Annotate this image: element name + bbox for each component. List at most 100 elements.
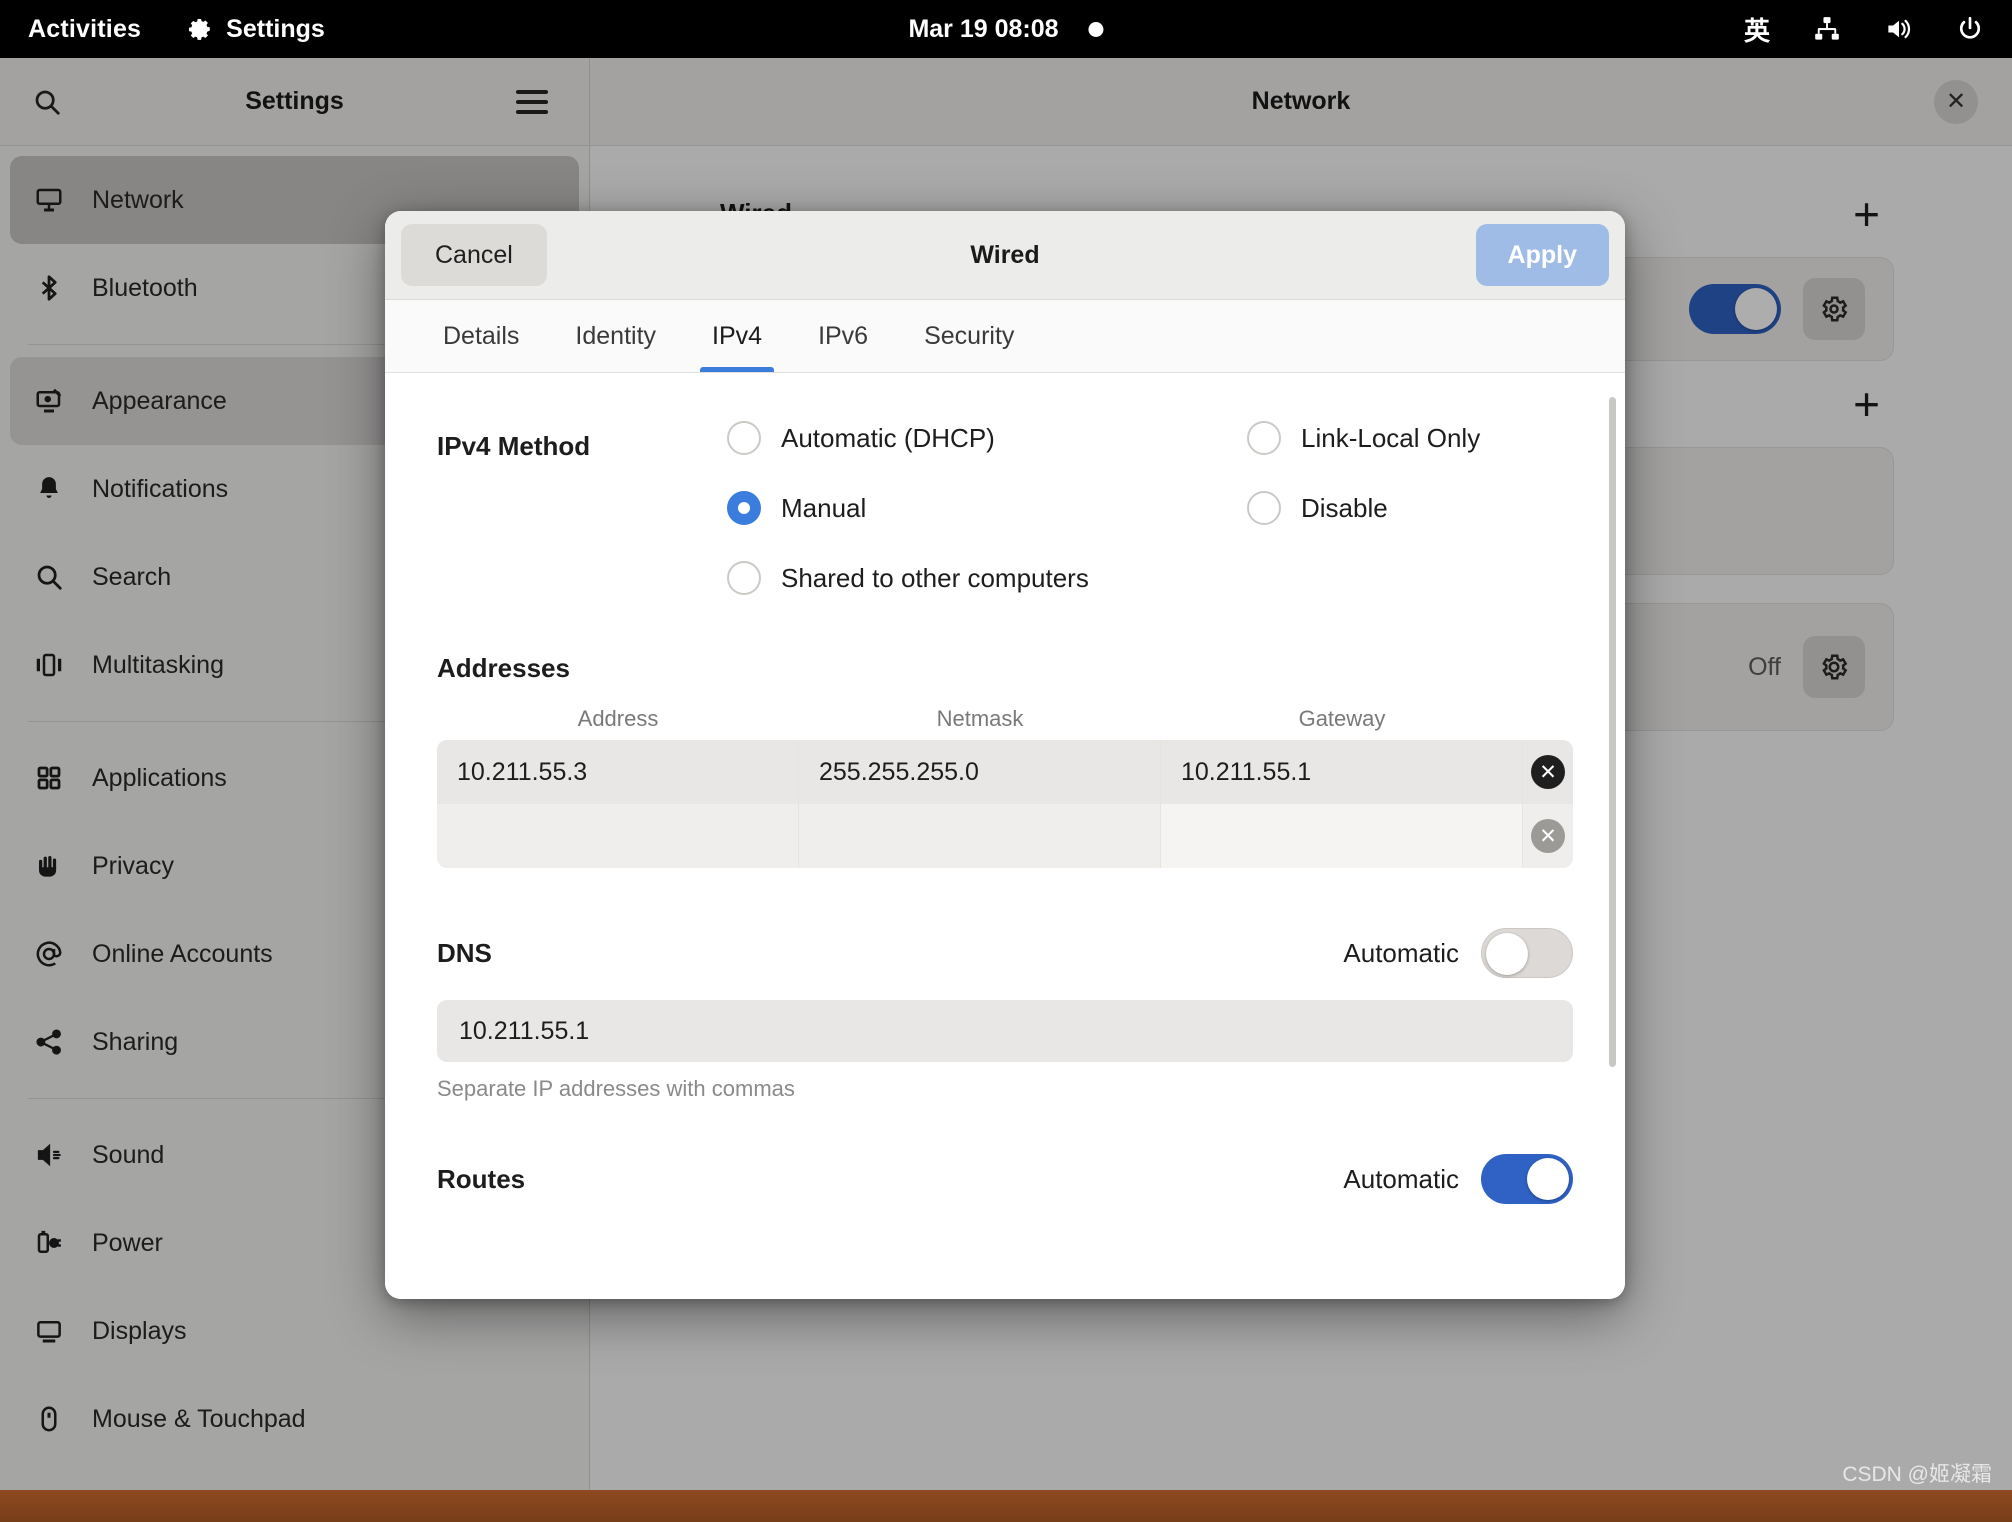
plus-icon[interactable]: + (1853, 191, 1894, 237)
clock-label: Mar 19 08:08 (908, 14, 1059, 43)
sidebar-item-label: Mouse & Touchpad (92, 1404, 306, 1433)
power-icon[interactable] (1956, 15, 1984, 43)
apply-button[interactable]: Apply (1475, 224, 1609, 286)
column-header-address: Address (577, 706, 659, 731)
wired-connection-toggle[interactable] (1689, 284, 1781, 334)
tab-details[interactable]: Details (415, 300, 547, 372)
ipv4-method-column-2: Link-Local Only Disable (1247, 421, 1480, 525)
top-bar: Activities Settings Mar 19 08:08 英 (0, 0, 2012, 58)
clock-area[interactable]: Mar 19 08:08 (908, 14, 1104, 44)
radio-label: Automatic (DHCP) (781, 422, 995, 453)
sidebar-item-label: Notifications (92, 474, 229, 503)
bluetooth-icon (32, 273, 66, 303)
dialog-body: IPv4 Method Automatic (DHCP) Manual Shar… (385, 373, 1625, 1299)
network-wired-icon[interactable] (1812, 16, 1842, 42)
gear-icon[interactable] (1803, 636, 1865, 698)
dns-automatic-label: Automatic (1343, 937, 1459, 968)
page-title: Network (1251, 87, 1351, 115)
ipv4-method-column-1: Automatic (DHCP) Manual Shared to other … (727, 421, 1247, 595)
addresses-section: Addresses Address Netmask Gateway 10.211… (437, 653, 1573, 868)
tab-ipv6[interactable]: IPv6 (790, 300, 896, 372)
tab-identity[interactable]: Identity (547, 300, 684, 372)
radio-indicator (727, 421, 761, 455)
sidebar-item-label: Multitasking (92, 650, 224, 679)
sidebar-item-label: Search (92, 562, 172, 591)
ipv4-method-label: IPv4 Method (437, 431, 591, 461)
dialog-title: Wired (970, 240, 1040, 269)
sidebar-item-label: Sharing (92, 1027, 179, 1056)
gear-icon (187, 16, 213, 42)
tab-ipv4[interactable]: IPv4 (684, 300, 790, 372)
dns-automatic-toggle[interactable] (1481, 928, 1573, 978)
search-icon (32, 562, 66, 592)
sidebar-item-label: Power (92, 1228, 163, 1257)
sidebar-item-label: Applications (92, 763, 227, 792)
dns-section: DNS Automatic 10.211.55.1 Separate IP ad… (437, 928, 1573, 1102)
sidebar-item-label: Sound (92, 1140, 165, 1169)
input-method-indicator[interactable]: 英 (1744, 11, 1770, 48)
volume-icon[interactable] (1884, 16, 1914, 42)
table-row: ✕ (437, 804, 1573, 868)
dns-header: DNS Automatic (437, 928, 1573, 978)
panel-header: Network ✕ (590, 58, 2012, 146)
routes-automatic-toggle[interactable] (1481, 1154, 1573, 1204)
network-icon (32, 185, 66, 215)
addresses-column-headers: Address Netmask Gateway (437, 706, 1573, 732)
netmask-input[interactable] (799, 804, 1161, 868)
radio-label: Disable (1301, 492, 1388, 523)
netmask-input[interactable]: 255.255.255.0 (799, 740, 1161, 804)
tab-security[interactable]: Security (896, 300, 1042, 372)
addresses-title: Addresses (437, 653, 570, 683)
address-input[interactable] (437, 804, 799, 868)
radio-disable[interactable]: Disable (1247, 491, 1480, 525)
notification-indicator-icon (1088, 21, 1104, 37)
ipv4-method-section: IPv4 Method Automatic (DHCP) Manual Shar… (437, 421, 1573, 595)
radio-indicator (1247, 421, 1281, 455)
gear-icon[interactable] (1803, 278, 1865, 340)
close-icon[interactable]: ✕ (1934, 79, 1978, 124)
radio-indicator (727, 491, 761, 525)
radio-indicator (1247, 491, 1281, 525)
sidebar-item-mouse-touchpad[interactable]: Mouse & Touchpad (10, 1375, 579, 1463)
routes-automatic-label: Automatic (1343, 1163, 1459, 1194)
dialog-header: Cancel Wired Apply (385, 211, 1625, 300)
activities-button[interactable]: Activities (28, 15, 141, 44)
radio-label: Shared to other computers (781, 562, 1089, 593)
dns-input[interactable]: 10.211.55.1 (437, 1000, 1573, 1062)
routes-section: Routes Automatic (437, 1154, 1573, 1204)
system-status-area[interactable]: 英 (1744, 11, 1984, 48)
routes-automatic-control: Automatic (1343, 1154, 1573, 1204)
delete-icon[interactable]: ✕ (1523, 804, 1573, 868)
sidebar-item-keyboard[interactable]: Keyboard (10, 1463, 579, 1490)
app-menu-button[interactable]: Settings (187, 15, 325, 44)
radio-label: Manual (781, 492, 867, 523)
sidebar-item-label: Bluetooth (92, 273, 198, 302)
delete-icon[interactable]: ✕ (1523, 740, 1573, 804)
hamburger-menu-icon[interactable] (507, 77, 557, 127)
plus-icon[interactable]: + (1853, 381, 1894, 427)
radio-link-local-only[interactable]: Link-Local Only (1247, 421, 1480, 455)
column-header-gateway: Gateway (1298, 706, 1386, 731)
sidebar-item-displays[interactable]: Displays (10, 1287, 579, 1375)
sidebar-item-label: Network (92, 185, 184, 214)
cancel-button[interactable]: Cancel (401, 224, 547, 286)
share-icon (32, 1027, 66, 1057)
dialog-tabs: Details Identity IPv4 IPv6 Security (385, 300, 1625, 373)
address-input[interactable]: 10.211.55.3 (437, 740, 799, 804)
desktop-strip (0, 1490, 2012, 1522)
routes-header: Routes Automatic (437, 1154, 1573, 1204)
sidebar-item-label: Displays (92, 1316, 187, 1345)
search-icon[interactable] (22, 77, 72, 127)
appearance-icon (32, 386, 66, 416)
scrollbar[interactable] (1609, 397, 1616, 1067)
radio-manual[interactable]: Manual (727, 491, 1247, 525)
gateway-input[interactable] (1161, 804, 1523, 868)
radio-label: Link-Local Only (1301, 422, 1481, 453)
routes-title: Routes (437, 1163, 526, 1194)
gateway-input[interactable]: 10.211.55.1 (1161, 740, 1523, 804)
radio-shared-to-other-computers[interactable]: Shared to other computers (727, 561, 1247, 595)
sidebar-item-label: Online Accounts (92, 939, 273, 968)
radio-automatic-dhcp[interactable]: Automatic (DHCP) (727, 421, 1247, 455)
column-header-netmask: Netmask (936, 706, 1024, 731)
dns-automatic-control: Automatic (1343, 928, 1573, 978)
